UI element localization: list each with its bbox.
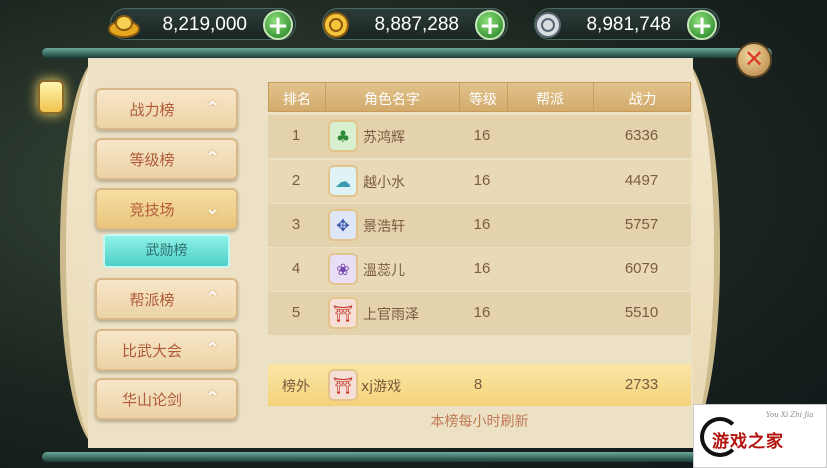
gold-ingot-amount: 8,219,000 [162,14,247,35]
menu-item-label: 帮派榜 [129,290,175,309]
chevron-up-icon: ⌃ [204,148,220,169]
menu-item-level-rank[interactable]: 等级榜 ⌃ [95,138,238,180]
power-cell: 4497 [624,172,659,189]
rank-cell: 3 [291,216,301,233]
table-row[interactable]: 3 ✥ 景浩轩 16 5757 [268,204,691,247]
player-name: 上官雨泽 [363,307,419,323]
chevron-up-icon: ⌃ [204,288,220,309]
gold-coin-amount: 8,887,288 [374,14,459,35]
rank-cell: 4 [291,260,301,277]
gold-ingot-icon [105,6,143,44]
green-emblem-icon: ♣ [328,120,358,152]
menu-subitem-merit-rank[interactable]: 武勋榜 [103,234,230,268]
player-name: 越小水 [363,175,405,191]
chevron-up-icon: ⌃ [204,388,220,409]
chevron-down-icon: ⌄ [204,198,220,219]
lantern-icon [38,80,64,114]
menu-item-huashan-duel[interactable]: 华山论剑 ⌃ [95,378,238,420]
player-name: 苏鸿辉 [363,130,405,146]
level-cell: 16 [473,216,491,233]
level-cell: 16 [473,127,491,144]
power-cell: 5757 [624,216,659,233]
ranking-table-header: 排名 角色名字 等级 帮派 战力 [268,82,691,112]
menu-item-martial-contest[interactable]: 比武大会 ⌃ [95,329,238,371]
power-cell: 6336 [624,127,659,144]
level-cell: 16 [473,260,491,277]
menu-item-label: 等级榜 [129,150,175,169]
purple-emblem-icon: ❀ [328,253,358,285]
menu-item-guild-rank[interactable]: 帮派榜 ⌃ [95,278,238,320]
power-cell: 5510 [624,304,659,321]
add-silver-coin-button[interactable]: + [687,10,717,40]
chevron-up-icon: ⌃ [204,98,220,119]
refresh-note: 本榜每小时刷新 [430,414,529,430]
logo-subtitle: You Xi Zhi Jia [766,411,814,419]
red-emblem-icon: ⛩ [328,369,358,401]
scroll-top-rod [42,48,772,58]
table-row[interactable]: 2 ☁ 越小水 16 4497 [268,160,691,203]
logo-text: 游戏之家 [712,432,784,452]
level-cell: 16 [473,304,491,321]
add-gold-coin-button[interactable]: + [475,10,505,40]
header-power: 战力 [628,92,657,108]
my-player-name: xj游戏 [361,379,402,395]
menu-item-label: 竞技场 [129,200,175,219]
menu-item-label: 战力榜 [129,100,175,119]
table-row[interactable]: 4 ❀ 溫蕊儿 16 6079 [268,248,691,291]
header-level: 等级 [469,92,497,108]
header-guild: 帮派 [536,92,564,108]
menu-item-power-rank[interactable]: 战力榜 ⌃ [95,88,238,130]
power-cell: 6079 [624,260,659,277]
red-emblem-icon: ⛩ [328,297,358,329]
table-row[interactable]: 1 ♣ 苏鸿辉 16 6336 [268,115,691,158]
scroll-bottom-rod [42,452,772,462]
header-name: 角色名字 [364,92,420,108]
my-rank-cell: 榜外 [282,379,310,395]
chevron-up-icon: ⌃ [204,339,220,360]
menu-item-label: 比武大会 [121,341,182,360]
blue-emblem-icon: ✥ [328,209,358,241]
close-button[interactable]: ✕ [736,42,772,78]
silver-coin-amount: 8,981,748 [586,14,671,35]
player-name: 景浩轩 [363,219,405,235]
my-level-cell: 8 [473,376,483,393]
gold-ingot-currency: 8,219,000 + [108,8,296,40]
level-cell: 16 [473,172,491,189]
silver-coin-currency: 8,981,748 + [534,8,720,40]
player-name: 溫蕊儿 [363,263,405,279]
add-gold-ingot-button[interactable]: + [263,10,293,40]
cloud-emblem-icon: ☁ [328,165,358,197]
menu-item-arena[interactable]: 竞技场 ⌄ [95,188,238,230]
rank-cell: 1 [291,127,301,144]
gold-coin-icon [317,6,355,44]
rank-cell: 2 [291,172,301,189]
silver-coin-icon [529,6,567,44]
table-row[interactable]: 5 ⛩ 上官雨泽 16 5510 [268,292,691,335]
rank-cell: 5 [291,304,301,321]
site-logo: You Xi Zhi Jia 游戏之家 [693,404,827,468]
gold-coin-currency: 8,887,288 + [322,8,508,40]
my-rank-row[interactable]: 榜外 ⛩ xj游戏 8 2733 [268,364,691,406]
header-rank: 排名 [283,92,311,108]
my-power-cell: 2733 [624,376,659,393]
menu-item-label: 华山论剑 [121,390,182,409]
